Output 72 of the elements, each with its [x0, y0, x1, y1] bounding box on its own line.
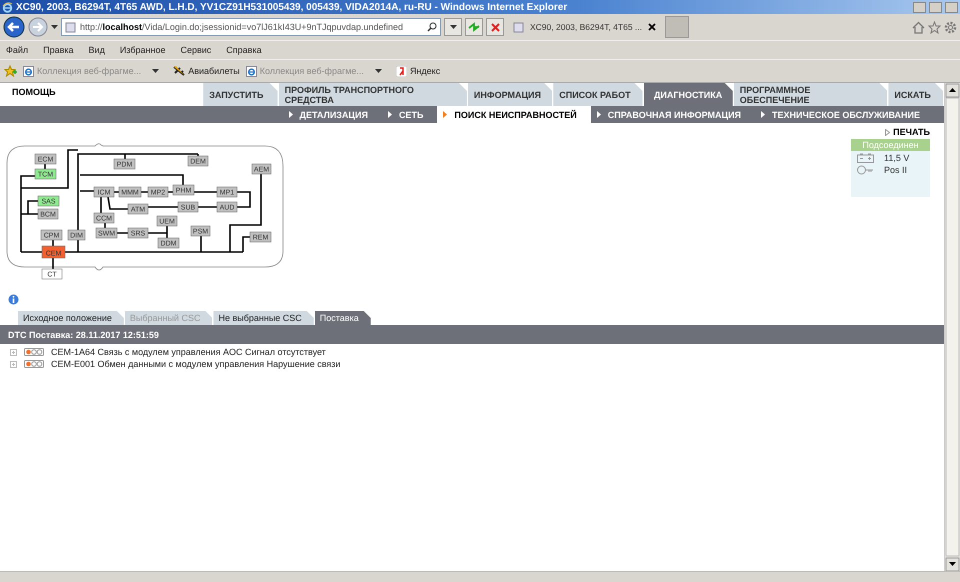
page-icon [65, 22, 76, 32]
sub-tab[interactable]: ДЕТАЛИЗАЦИЯ [282, 106, 382, 123]
history-caret-icon[interactable] [51, 24, 58, 30]
caret-icon[interactable] [152, 69, 160, 74]
caret-icon[interactable] [450, 24, 456, 30]
yandex-icon [396, 66, 407, 76]
address-field[interactable]: http://localhost/Vida/Login.do;jsessionid=vo7lJ61kI43U+9nTJqpuvdap.undefined [61, 18, 441, 36]
page-icon [513, 22, 524, 32]
caret-icon[interactable] [374, 69, 382, 74]
settings-icon[interactable] [944, 20, 957, 34]
expand-icon[interactable] [10, 348, 17, 356]
battery-icon [857, 153, 874, 163]
maximize-button[interactable] [929, 2, 942, 12]
main-tab[interactable]: ДИАГНОСТИКА [644, 83, 733, 106]
triangle-icon [885, 128, 890, 136]
help-link[interactable]: ПОМОЩЬ [0, 83, 204, 97]
favorite-link[interactable]: Авиабилеты [188, 66, 240, 76]
window-title: XC90, 2003, B6294T, 4T65 AWD, L.H.D, YV1CZ91H531005439, 005439, VIDA2014A, ru-RU - Windows Internet Explorer [16, 2, 568, 12]
search-icon[interactable] [427, 22, 437, 32]
dtc-status-icon [24, 348, 44, 356]
menu-item[interactable]: Файл [6, 45, 28, 55]
expand-icon[interactable] [10, 360, 17, 368]
print-link[interactable]: ПЕЧАТЬ [885, 123, 930, 139]
dtc-status-icon [24, 360, 44, 368]
dtc-header: DTC Поставка: 28.11.2017 12:51:59 [0, 325, 944, 344]
home-icon[interactable] [912, 20, 925, 34]
menu-item[interactable]: Избранное [120, 45, 166, 55]
refresh-arrows-icon [468, 22, 480, 32]
dropdown-button[interactable] [444, 18, 462, 36]
triangle-icon [443, 111, 448, 118]
menu-item[interactable]: Правка [43, 45, 74, 55]
ie-page-icon [246, 66, 257, 76]
dtc-description[interactable]: CEM-1A64 Связь с модулем управления AOC Сигнал отсутствует [51, 347, 326, 357]
triangle-icon [388, 111, 392, 118]
main-tab[interactable]: ПРОФИЛЬ ТРАНСПОРТНОГО СРЕДСТВА [278, 83, 467, 106]
dtc-description[interactable]: CEM-E001 Обмен данными с модулем управления Нарушение связи [51, 359, 340, 369]
menu-item[interactable]: Справка [226, 45, 262, 55]
vertical-scrollbar[interactable] [944, 83, 960, 571]
minimize-button[interactable] [913, 2, 926, 12]
ie-logo-icon [2, 2, 13, 12]
connection-status: Подсоединен [851, 139, 930, 151]
close-button[interactable] [945, 2, 958, 12]
main-tab[interactable]: ИСКАТЬ [888, 83, 944, 106]
close-icon[interactable] [648, 23, 656, 31]
close-icon [490, 22, 500, 32]
sub-tab[interactable]: ТЕХНИЧЕСКОЕ ОБСЛУЖИВАНИЕ [755, 106, 934, 123]
main-tab[interactable]: ИНФОРМАЦИЯ [468, 83, 552, 106]
triangle-icon [288, 111, 293, 118]
ignition-position: Pos II [884, 165, 908, 175]
dtc-tab[interactable]: Не выбранные CSC [213, 311, 314, 325]
main-tab[interactable]: ПРОГРАММНОЕ ОБЕСПЕЧЕНИЕ [734, 83, 888, 106]
sub-tab[interactable]: ПОИСК НЕИСПРАВНОСТЕЙ [437, 106, 591, 123]
ie-page-icon [23, 66, 34, 76]
favorites-star-icon[interactable] [4, 65, 17, 77]
stop-button[interactable] [486, 18, 504, 36]
star-icon[interactable] [928, 20, 941, 34]
triangle-icon [596, 111, 601, 118]
main-tab[interactable]: ЗАПУСТИТЬ [203, 83, 278, 106]
menu-item[interactable]: Сервис [180, 45, 212, 55]
info-icon[interactable] [8, 294, 19, 305]
favorite-link[interactable]: Яндекс [410, 66, 440, 76]
menu-item[interactable]: Вид [88, 45, 105, 55]
airplane-icon [173, 65, 186, 77]
back-icon[interactable] [3, 16, 25, 38]
battery-voltage: 11,5 V [884, 153, 910, 163]
main-tab[interactable]: СПИСОК РАБОТ [553, 83, 642, 106]
key-icon [857, 165, 874, 175]
dtc-tab[interactable]: Исходное положение [18, 311, 124, 325]
sub-tab[interactable]: СЕТЬ [382, 106, 438, 123]
dtc-tab[interactable]: Поставка [314, 311, 371, 325]
sub-tab[interactable]: СПРАВОЧНАЯ ИНФОРМАЦИЯ [590, 106, 756, 123]
triangle-icon [761, 111, 766, 118]
